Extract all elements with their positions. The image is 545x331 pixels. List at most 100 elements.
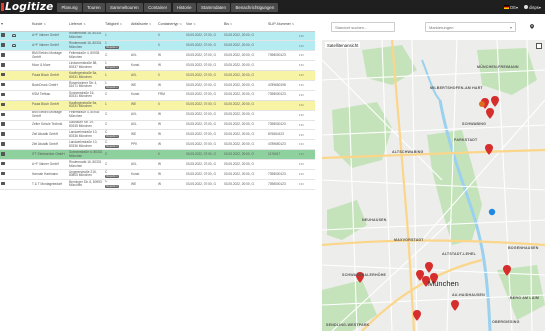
row-actions[interactable]: ••• <box>298 90 315 101</box>
table-row[interactable]: A+F Vahner GmbH Rindermarkt 16, 80331 Mün… <box>0 40 315 52</box>
satellite-view-toggle[interactable]: Satellitenansicht <box>325 42 361 48</box>
row-actions[interactable]: ••• <box>298 40 315 52</box>
header-abfallsorte[interactable]: Abfallsorte⇅ <box>130 17 157 32</box>
row-actions[interactable]: ••• <box>298 129 315 141</box>
slip-cell: 1176017 <box>267 149 298 161</box>
table-row[interactable]: BMI Elektro Montage GmbH Fellerstraße 4, … <box>0 50 315 62</box>
reports-badge[interactable]: Reports 1 <box>105 184 120 188</box>
more-options-icon[interactable]: ••• <box>299 181 304 186</box>
header-bis[interactable]: Bis⇅ <box>223 17 267 32</box>
containertyp-cell: 0 <box>157 100 185 111</box>
nav-touren[interactable]: Touren <box>83 2 105 12</box>
table-row[interactable]: T & T Montagebedarf Berninger Str. 6, 809… <box>0 179 315 190</box>
filter-column[interactable] <box>0 17 10 32</box>
table-row[interactable]: BuchDruck GmbH Rosenheimer Str. 4, 81671 … <box>0 80 315 91</box>
container-icon <box>1 53 5 57</box>
location-search-input[interactable]: Standort suchen... <box>331 22 395 32</box>
row-actions[interactable]: ••• <box>298 50 315 62</box>
nav-stammdaten[interactable]: Stammdaten <box>197 2 230 12</box>
header-taetigkeit[interactable]: Tätigkeit⇅ <box>104 17 130 32</box>
more-options-icon[interactable]: ••• <box>299 72 304 77</box>
more-options-icon[interactable]: ••• <box>299 52 304 57</box>
row-actions[interactable]: ••• <box>298 149 315 161</box>
user-menu[interactable]: disps ▾ <box>524 5 541 10</box>
markers-select[interactable]: Markierungen <box>425 22 516 32</box>
header-slip[interactable]: SLIP-Nummer⇅ <box>267 17 298 32</box>
map-view[interactable]: Satellitenansicht MILBERTSHOFEN-AM HART … <box>322 40 545 331</box>
more-options-icon[interactable]: ••• <box>299 122 304 127</box>
row-actions[interactable]: ••• <box>298 110 315 121</box>
row-actions[interactable]: ••• <box>298 159 315 170</box>
table-row[interactable]: Hannah Hartmann Ungererstraße 216, 80805 … <box>0 169 315 180</box>
table-row[interactable]: A+F Vahner GmbH Rindermarkt 16, 80331 Mün… <box>0 31 315 42</box>
reports-badge[interactable]: Reports 1 <box>105 135 120 139</box>
table-row[interactable]: KSM Tiefbau Sonnenstraße 16, 80331 Münche… <box>0 90 315 101</box>
more-options-icon[interactable]: ••• <box>299 92 304 97</box>
table-row[interactable]: A+F Vahner GmbH Rindermarkt 16, 80331 Mün… <box>0 159 315 170</box>
nav-sammeltouren[interactable]: Sammeltouren <box>106 2 143 12</box>
reports-badge[interactable]: Reports 1 <box>105 174 120 178</box>
location-pin-icon[interactable] <box>530 24 534 29</box>
lieferort-cell: Ungererstraße 216, 80805 München <box>68 169 104 180</box>
more-options-icon[interactable]: ••• <box>299 43 304 48</box>
row-actions[interactable]: ••• <box>298 31 315 42</box>
abfallsorte-cell: WE <box>130 129 157 141</box>
more-options-icon[interactable]: ••• <box>299 151 304 156</box>
row-actions[interactable]: ••• <box>298 169 315 180</box>
table-row[interactable]: Paula Bloch GmbH Kaufingerstraße 5a, 8033… <box>0 70 315 81</box>
abfallsorte-cell: Kunst. <box>130 169 157 180</box>
reports-badge[interactable]: Reports 1 <box>105 65 120 70</box>
table-row[interactable]: Ziel Akustik GmbH Landwehrstraße 10, 8033… <box>0 139 315 151</box>
language-switcher[interactable]: DE ▾ <box>504 5 518 10</box>
more-options-icon[interactable]: ••• <box>299 33 304 38</box>
city-label: München <box>428 279 459 288</box>
container-icon <box>1 33 5 37</box>
lieferort-cell: Landwehrstraße 10, 80336 München <box>68 139 104 151</box>
top-bar: Logitize Planung Touren Sammeltouren Con… <box>0 0 545 14</box>
more-options-icon[interactable]: ••• <box>299 161 304 166</box>
header-kunde[interactable]: Kunde⇅ <box>31 17 68 32</box>
taetigkeit-value: 1 <box>105 80 107 85</box>
header-containertyp[interactable]: Containertyp⇅ <box>157 17 185 32</box>
row-actions[interactable]: ••• <box>298 179 315 190</box>
more-options-icon[interactable]: ••• <box>299 112 304 117</box>
table-row[interactable]: Zeller Schule Technik Dachauer Str. 19, 8… <box>0 120 315 131</box>
more-options-icon[interactable]: ••• <box>299 132 304 137</box>
more-options-icon[interactable]: ••• <box>299 171 304 176</box>
nav-planung[interactable]: Planung <box>57 2 82 12</box>
containertyp-cell: W <box>157 110 185 121</box>
logo[interactable]: Logitize <box>0 0 53 14</box>
reports-badge[interactable]: Reports 1 <box>105 46 120 50</box>
table-row[interactable]: Paula Bloch GmbH Kaufingerstraße 5a, 8033… <box>0 100 315 111</box>
nav-historie[interactable]: Historie <box>172 2 196 12</box>
row-actions[interactable]: ••• <box>298 100 315 111</box>
more-options-icon[interactable]: ••• <box>299 62 304 67</box>
table-row[interactable]: ITT Elektroniker GmbH Sonnenstraße 4, 803… <box>0 149 315 161</box>
more-options-icon[interactable]: ••• <box>299 82 304 87</box>
nav-benachrichtigungen[interactable]: Benachrichtigungen <box>231 2 279 12</box>
header-von[interactable]: Von⇅ <box>185 17 223 32</box>
kunde-cell: Paula Bloch GmbH <box>31 100 68 111</box>
row-actions[interactable]: ••• <box>298 139 315 151</box>
fullscreen-icon[interactable] <box>536 43 542 49</box>
von-cell: 03.05.2022, 07:00, G <box>185 139 223 151</box>
row-status-cell <box>10 139 31 151</box>
sort-icon: ⇅ <box>43 21 46 26</box>
table-row[interactable]: Ziel Akustik GmbH Landwehrstraße 10, 8033… <box>0 129 315 141</box>
containertyp-cell: W <box>157 60 185 72</box>
table-row[interactable]: Moor & More Lindwurmstraße 88, 80337 Münc… <box>0 60 315 72</box>
more-options-icon[interactable]: ••• <box>299 102 304 107</box>
row-actions[interactable]: ••• <box>298 120 315 131</box>
reports-badge[interactable]: Reports 1 <box>105 85 120 89</box>
row-actions[interactable]: ••• <box>298 60 315 72</box>
more-options-icon[interactable]: ••• <box>299 141 304 146</box>
row-actions[interactable]: ••• <box>298 70 315 81</box>
reports-badge[interactable]: Reports 1 <box>105 144 120 149</box>
nav-container[interactable]: Container <box>144 2 172 12</box>
bis-cell: 03.05.2022, 20:00, G <box>223 80 267 91</box>
table-row[interactable]: BMI Elektro Montage GmbH Fellerstraße 4, … <box>0 110 315 121</box>
header-lieferort[interactable]: Lieferort⇅ <box>68 17 104 32</box>
bis-cell: 03.05.2022, 20:00, G <box>223 149 267 161</box>
von-cell: 03.05.2022, 07:00, G <box>185 110 223 121</box>
row-actions[interactable]: ••• <box>298 80 315 91</box>
